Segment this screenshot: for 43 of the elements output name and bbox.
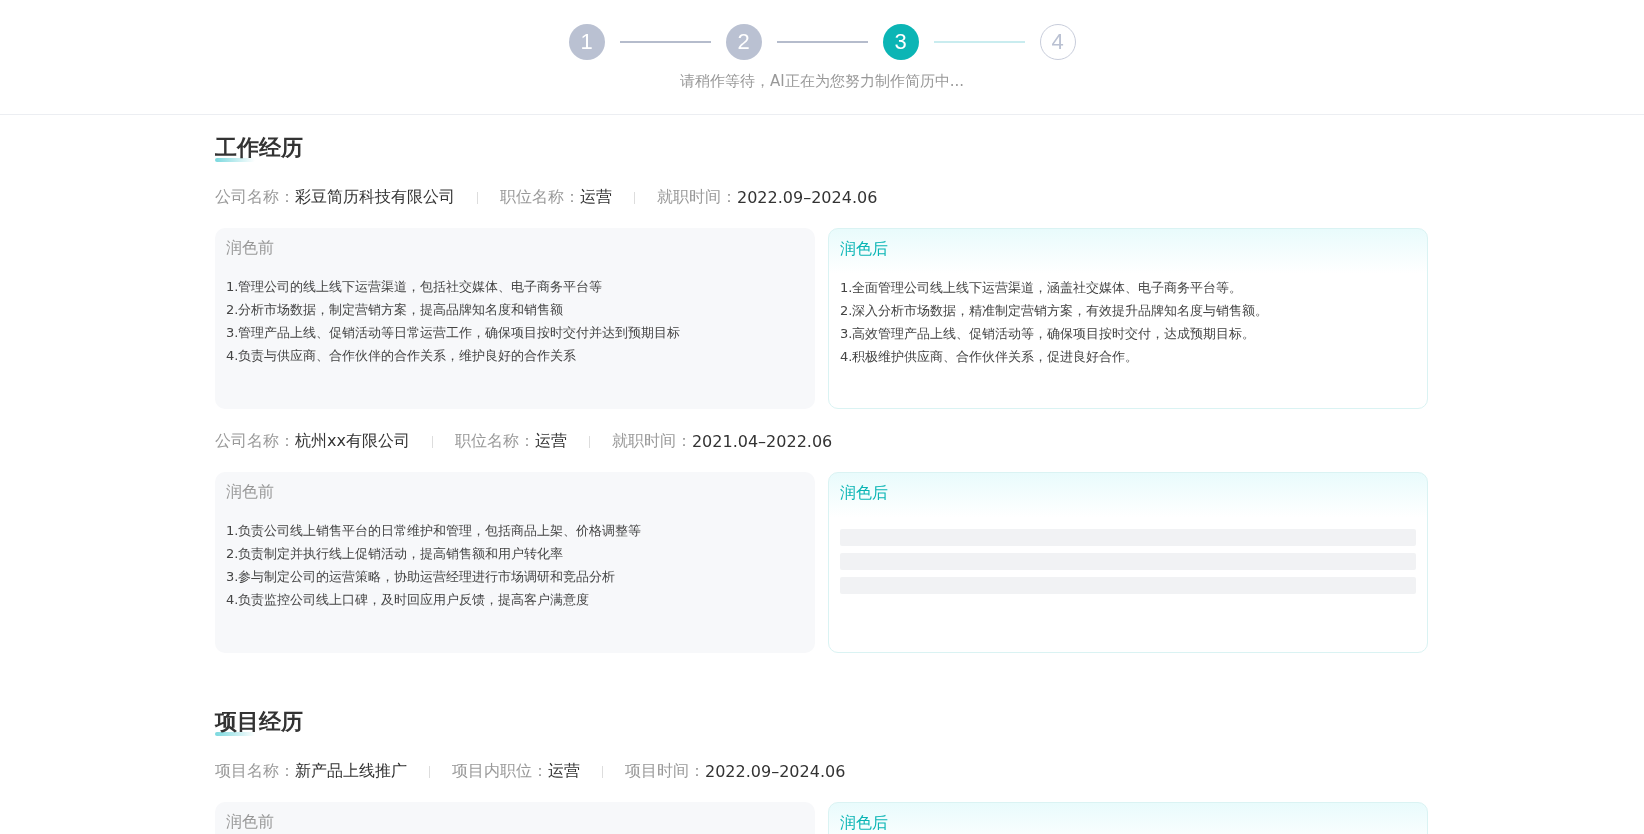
step-indicator: 3 [882, 24, 919, 60]
card-title: 润色前 [226, 482, 275, 501]
card-title: 润色后 [840, 813, 889, 832]
step-indicator: 1 [568, 24, 605, 60]
description-line: 2.负责制定并执行线上促销活动，提高销售额和用户转化率 [226, 545, 565, 563]
description-line: 4.积极维护供应商、合作伙伴关系，促进良好合作。 [840, 348, 1140, 366]
field-label: 公司名称： [215, 187, 295, 208]
description-line: 4.负责与供应商、合作伙伴的合作关系，维护良好的合作关系 [226, 347, 578, 365]
step-indicator: 2 [725, 24, 762, 60]
progress-caption: 请稍作等待，AI正在为您努力制作简历中... [680, 72, 964, 91]
field-label: 项目名称： [215, 761, 295, 782]
description-line: 3.参与制定公司的运营策略，协助运营经理进行市场调研和竞品分析 [226, 568, 617, 586]
card-title: 润色前 [226, 812, 275, 831]
field-value: 运营 [548, 761, 580, 782]
field-value: 2021.04–2022.06 [691, 432, 833, 451]
description-line: 2.分析市场数据，制定营销方案，提高品牌知名度和销售额 [226, 301, 565, 319]
field-value: 运营 [580, 187, 612, 208]
description-line: 1.负责公司线上销售平台的日常维护和管理，包括商品上架、价格调整等 [226, 522, 643, 540]
card-title: 润色后 [840, 483, 889, 502]
section-title: 工作经历 [215, 135, 303, 160]
description-line: 1.全面管理公司线上线下运营渠道，涵盖社交媒体、电子商务平台等。 [840, 279, 1244, 297]
field-value: 杭州xx有限公司 [295, 431, 410, 452]
field-label: 就职时间： [611, 431, 692, 452]
field-label: 职位名称： [500, 187, 580, 208]
step-indicator: 4 [1039, 24, 1076, 60]
description-line: 1.管理公司的线上线下运营渠道，包括社交媒体、电子商务平台等 [226, 278, 604, 296]
field-value: 2022.09–2024.06 [705, 762, 846, 781]
field-label: 项目内职位： [452, 761, 548, 782]
field-label: 就职时间： [657, 187, 737, 208]
field-value: 运营 [534, 431, 567, 452]
field-label: 职位名称： [454, 431, 535, 452]
description-line: 3.高效管理产品上线、促销活动等，确保项目按时交付，达成预期目标。 [840, 325, 1257, 343]
description-line: 4.负责监控公司线上口碑，及时回应用户反馈，提高客户满意度 [226, 591, 591, 609]
card-title: 润色前 [226, 238, 275, 257]
field-label: 公司名称： [215, 431, 295, 452]
field-label: 项目时间： [625, 761, 705, 782]
field-value: 新产品上线推广 [295, 761, 407, 782]
card-title: 润色后 [840, 239, 889, 258]
field-value: 彩豆简历科技有限公司 [295, 187, 455, 208]
description-line: 3.管理产品上线、促销活动等日常运营工作，确保项目按时交付并达到预期目标 [226, 324, 682, 342]
field-value: 2022.09–2024.06 [737, 188, 878, 207]
description-line: 2.深入分析市场数据，精准制定营销方案，有效提升品牌知名度与销售额。 [840, 302, 1270, 320]
section-title: 项目经历 [215, 709, 303, 734]
